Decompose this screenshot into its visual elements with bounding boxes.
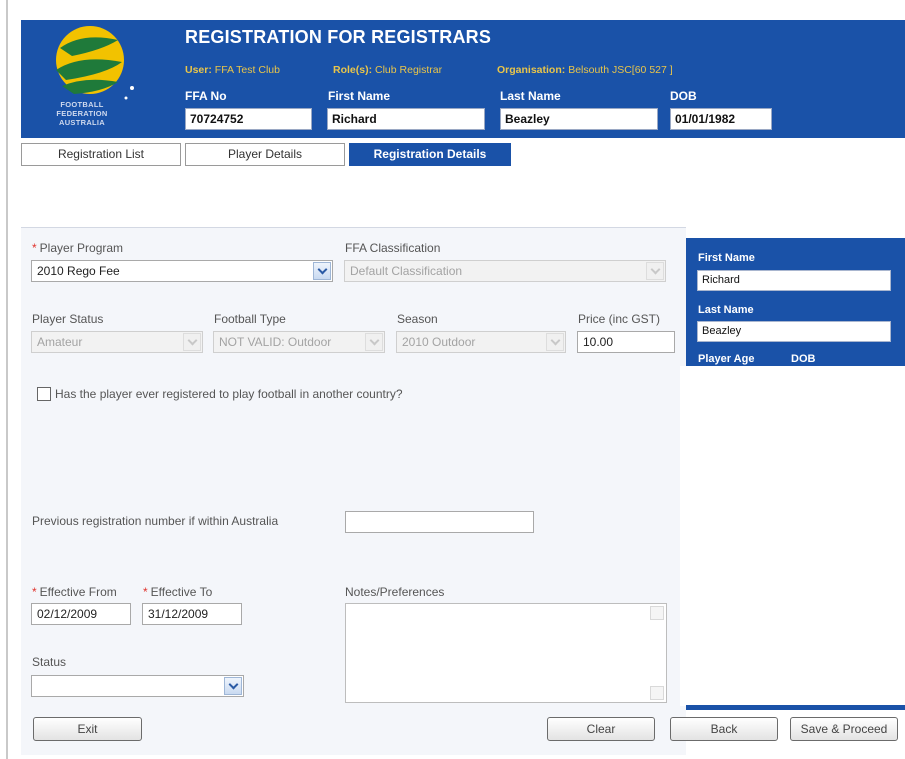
dob-field: 01/01/1982 xyxy=(670,108,772,130)
price-field[interactable]: 10.00 xyxy=(577,331,675,353)
player-program-label: * Player Program xyxy=(32,241,124,255)
back-button[interactable]: Back xyxy=(670,717,778,741)
scroll-up-icon[interactable] xyxy=(650,606,664,620)
chevron-down-icon[interactable] xyxy=(224,677,242,695)
last-name-field: Beazley xyxy=(500,108,658,130)
side-player-age-label: Player Age xyxy=(698,353,755,365)
season-select: 2010 Outdoor xyxy=(396,331,566,353)
prev-reg-label: Previous registration number if within A… xyxy=(32,514,279,528)
football-type-label: Football Type xyxy=(214,312,286,326)
effective-to-label: * Effective To xyxy=(143,585,213,599)
side-last-name-field: Beazley xyxy=(697,321,891,342)
chevron-down-icon xyxy=(646,262,664,280)
side-dob-label: DOB xyxy=(791,353,816,365)
tab-registration-details[interactable]: Registration Details xyxy=(349,143,511,166)
required-marker: * xyxy=(143,585,148,599)
status-label: Status xyxy=(32,655,67,669)
side-last-name-label: Last Name xyxy=(698,304,754,316)
season-label: Season xyxy=(397,312,438,326)
status-select[interactable] xyxy=(31,675,244,697)
dob-label: DOB xyxy=(670,89,697,103)
overseas-checkbox[interactable] xyxy=(37,387,51,401)
organisation-info: Organisation: Belsouth JSC[60 527 ] xyxy=(497,64,673,76)
last-name-label: Last Name xyxy=(500,89,561,103)
price-label: Price (inc GST) xyxy=(578,312,661,326)
first-name-label: First Name xyxy=(328,89,391,103)
chevron-down-icon[interactable] xyxy=(313,262,331,280)
chevron-down-icon xyxy=(546,333,564,351)
tab-player-details[interactable]: Player Details xyxy=(185,143,345,166)
effective-from-label: * Effective From xyxy=(32,585,117,599)
logo-wordmark: FOOTBALL FEDERATION AUSTRALIA xyxy=(56,100,108,127)
user-info: User: FFA Test Club xyxy=(185,64,280,76)
football-type-select: NOT VALID: Outdoor xyxy=(213,331,385,353)
page-title: REGISTRATION FOR REGISTRARS xyxy=(185,27,492,47)
effective-to-field[interactable]: 31/12/2009 xyxy=(142,603,242,625)
save-proceed-button[interactable]: Save & Proceed xyxy=(790,717,898,741)
effective-from-field[interactable]: 02/12/2009 xyxy=(31,603,131,625)
player-program-select[interactable]: 2010 Rego Fee xyxy=(31,260,333,282)
required-marker: * xyxy=(32,585,37,599)
left-border xyxy=(6,0,8,759)
side-first-name-label: First Name xyxy=(698,252,755,264)
ffa-classification-label: FFA Classification xyxy=(345,241,441,255)
side-panel-blank-area xyxy=(680,366,905,706)
first-name-field: Richard xyxy=(327,108,485,130)
prev-reg-field[interactable] xyxy=(345,511,534,533)
scroll-down-icon[interactable] xyxy=(650,686,664,700)
required-marker: * xyxy=(32,241,37,255)
notes-label: Notes/Preferences xyxy=(345,585,445,599)
notes-textarea[interactable] xyxy=(345,603,667,703)
roles-info: Role(s): Club Registrar xyxy=(333,64,443,76)
side-panel-bottom-edge xyxy=(686,705,905,710)
player-status-label: Player Status xyxy=(32,312,104,326)
ffa-no-label: FFA No xyxy=(185,89,227,103)
ffa-classification-select: Default Classification xyxy=(344,260,666,282)
chevron-down-icon xyxy=(365,333,383,351)
exit-button[interactable]: Exit xyxy=(33,717,142,741)
side-first-name-field: Richard xyxy=(697,270,891,291)
overseas-question: Has the player ever registered to play f… xyxy=(55,387,403,401)
chevron-down-icon xyxy=(183,333,201,351)
clear-button[interactable]: Clear xyxy=(547,717,655,741)
ffa-no-field: 70724752 xyxy=(185,108,312,130)
player-status-select: Amateur xyxy=(31,331,203,353)
tab-registration-list[interactable]: Registration List xyxy=(21,143,181,166)
